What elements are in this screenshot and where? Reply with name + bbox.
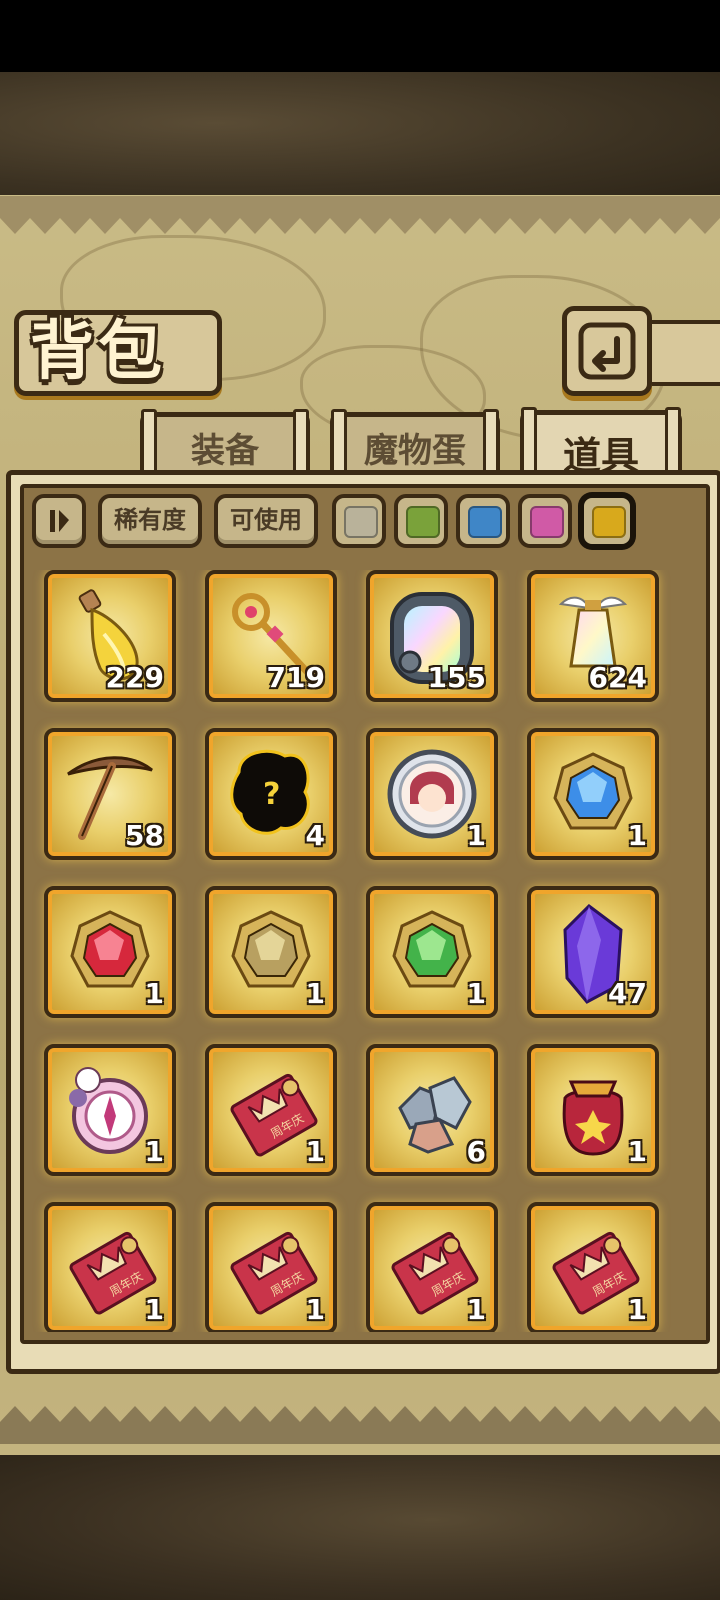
back-button[interactable] [562,306,652,396]
item-slot[interactable]: 47 [527,886,659,1018]
item-count: 1 [305,1293,325,1326]
map-background-bottom [0,1440,720,1600]
item-slot[interactable]: 周年庆 1 [44,1202,176,1332]
zigzag-border-bottom [0,1406,720,1444]
tab-monster-eggs[interactable]: 魔物蛋 [330,409,500,479]
item-count: 1 [144,1135,164,1168]
usable-filter-button[interactable]: 可使用 [214,494,318,548]
tab-equipment[interactable]: 装备 [140,409,310,479]
back-arrow-icon [578,322,636,380]
item-count: 47 [608,977,647,1010]
status-bar [0,0,720,72]
rarity-gold-swatch[interactable] [580,494,634,548]
item-count: 1 [144,977,164,1010]
zigzag-border-top [0,196,720,234]
sort-toggle-icon [50,510,69,532]
item-slot[interactable]: 1 [527,1044,659,1176]
item-count: 1 [305,977,325,1010]
item-slot[interactable]: 1 [366,728,498,860]
map-background-top [0,72,720,200]
rarity-pink-swatch[interactable] [518,494,572,548]
rarity-gray-swatch[interactable] [332,494,386,548]
item-slot[interactable]: 1 [44,886,176,1018]
item-slot[interactable]: 周年庆 1 [205,1044,337,1176]
item-slot[interactable]: 6 [366,1044,498,1176]
item-count: 4 [305,819,325,852]
item-count: 58 [125,819,164,852]
item-slot[interactable]: 155 [366,570,498,702]
rarity-filter-button[interactable]: 稀有度 [98,494,202,548]
item-slot[interactable]: 229 [44,570,176,702]
item-slot[interactable]: 周年庆 1 [205,1202,337,1332]
item-slot[interactable]: 719 [205,570,337,702]
item-count: 1 [466,819,486,852]
item-count: 1 [466,977,486,1010]
item-slot[interactable]: ? 4 [205,728,337,860]
item-count: 6 [466,1135,486,1168]
item-count: 1 [466,1293,486,1326]
item-slot[interactable]: 58 [44,728,176,860]
item-slot[interactable]: 1 [366,886,498,1018]
item-count: 1 [627,819,647,852]
svg-text:?: ? [263,777,280,812]
item-grid-viewport: 229 719 155 624 58 ? 4 1 1 1 1 1 47 1 周年… [24,570,702,1332]
item-count: 624 [588,661,647,694]
item-count: 155 [427,661,486,694]
item-slot[interactable]: 周年庆 1 [366,1202,498,1332]
item-count: 1 [144,1293,164,1326]
item-slot[interactable]: 624 [527,570,659,702]
item-count: 1 [627,1135,647,1168]
item-slot[interactable]: 1 [527,728,659,860]
sort-order-button[interactable] [32,494,86,548]
tab-items[interactable]: 道具 [520,407,682,485]
page-title: 背包 [30,315,166,389]
item-count: 229 [105,661,164,694]
item-slot[interactable]: 1 [44,1044,176,1176]
item-count: 1 [305,1135,325,1168]
rarity-blue-swatch[interactable] [456,494,510,548]
item-count: 1 [627,1293,647,1326]
item-slot[interactable]: 周年庆 1 [527,1202,659,1332]
rarity-green-swatch[interactable] [394,494,448,548]
item-count: 719 [266,661,325,694]
item-slot[interactable]: 1 [205,886,337,1018]
